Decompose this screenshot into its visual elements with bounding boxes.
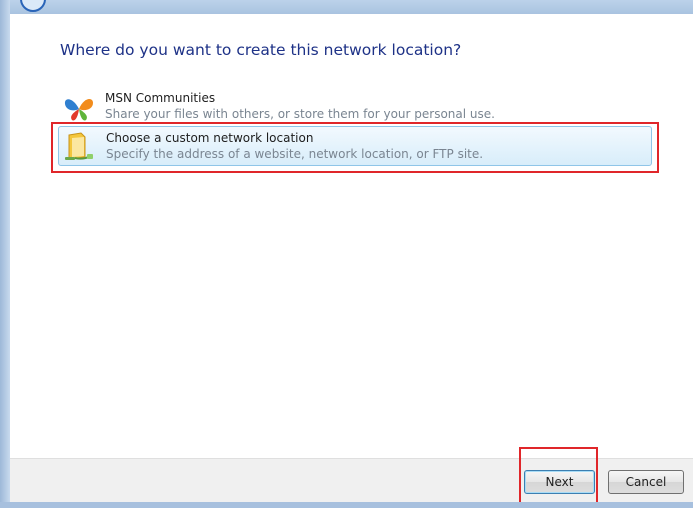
- window-frame-bottom: [0, 502, 693, 508]
- option-msn-communities[interactable]: MSN Communities Share your files with ot…: [58, 87, 652, 127]
- window-frame-left: [0, 0, 10, 508]
- option-description: Share your files with others, or store t…: [105, 107, 495, 121]
- option-title: MSN Communities: [105, 91, 216, 105]
- window-frame-top: [0, 0, 693, 14]
- msn-butterfly-icon: [62, 91, 96, 123]
- page-title: Where do you want to create this network…: [60, 41, 462, 59]
- window-orb-icon: [20, 0, 46, 12]
- highlight-box-option: [51, 122, 659, 173]
- highlight-box-next: [519, 447, 598, 508]
- cancel-button[interactable]: Cancel: [608, 470, 684, 494]
- dialog-content: [10, 14, 693, 458]
